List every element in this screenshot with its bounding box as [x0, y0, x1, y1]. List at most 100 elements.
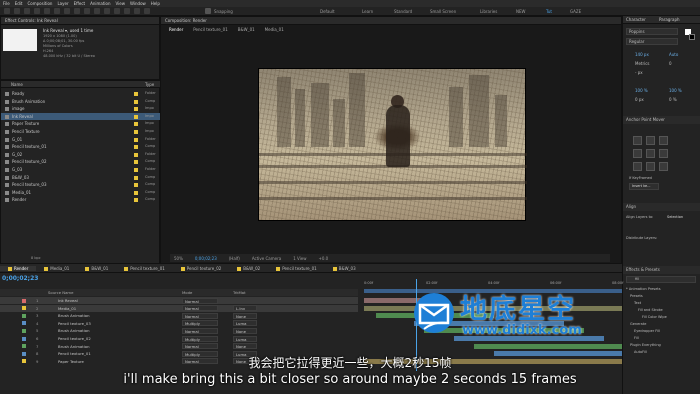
stroke-color-swatch[interactable]	[689, 34, 695, 40]
workspace-default[interactable]: Default	[320, 9, 335, 14]
timeline-layer[interactable]: 2 Media_01 Normal L.Inv	[0, 304, 358, 312]
views-select[interactable]: 1 View	[293, 256, 306, 261]
label-color-swatch[interactable]	[134, 114, 138, 119]
timeline-layer[interactable]: 6 Pencil texture_02 Multiply Luma	[0, 335, 358, 342]
label-color-swatch[interactable]	[134, 198, 138, 203]
timeline-tab[interactable]: Pencil texture_01	[268, 266, 325, 271]
workspace-gaze[interactable]: GAZE	[570, 9, 581, 14]
composition-title[interactable]: Composition: Render	[161, 17, 621, 25]
effects-tree-item[interactable]: Fill Color Wipe	[626, 314, 700, 321]
composition-preview-image[interactable]	[258, 68, 527, 221]
label-color-swatch[interactable]	[134, 130, 138, 134]
kerning-value[interactable]: Metrics	[635, 61, 650, 66]
comp-tab[interactable]: B&W_01	[238, 26, 255, 34]
label-color-swatch[interactable]	[134, 107, 138, 112]
menu-item[interactable]: View	[116, 1, 126, 6]
label-color-swatch[interactable]	[134, 160, 138, 165]
layer-label-color[interactable]	[22, 328, 26, 333]
label-color-swatch[interactable]	[134, 145, 138, 150]
label-color-swatch[interactable]	[134, 152, 138, 157]
effect-controls-tab[interactable]: Effect Controls: Ink Reveal	[1, 17, 159, 25]
puppet-tool-icon[interactable]	[144, 8, 150, 14]
camera-tool-icon[interactable]	[54, 8, 60, 14]
align-to-select[interactable]: Selection	[667, 215, 683, 219]
layer-mode-select[interactable]: Multiply	[182, 335, 218, 342]
project-item[interactable]: image Impo	[1, 105, 161, 112]
vertical-scale-value[interactable]: 100 %	[635, 88, 648, 93]
rotate-tool-icon[interactable]	[44, 8, 50, 14]
timeline-tab[interactable]: B&W_03	[325, 266, 364, 271]
layer-label-color[interactable]	[22, 313, 26, 318]
timeline-layer[interactable]: 7 Brush Animation Normal None	[0, 343, 358, 350]
project-item[interactable]: Ready Folder	[1, 90, 161, 97]
label-color-swatch[interactable]	[134, 175, 138, 180]
timeline-layer[interactable]: 4 Pencil texture_03 Multiply Luma	[0, 320, 358, 327]
hand-tool-icon[interactable]	[24, 8, 30, 14]
timeline-tab[interactable]: Pencil texture_02	[173, 266, 230, 271]
type-tool-icon[interactable]	[94, 8, 100, 14]
timeline-layer[interactable]: 1 Ink Reveal Normal	[0, 297, 358, 304]
stroke-width-value[interactable]: - px	[635, 70, 643, 75]
project-item[interactable]: G_01 Folder	[1, 136, 161, 143]
layer-label-color[interactable]	[22, 344, 26, 349]
eraser-tool-icon[interactable]	[124, 8, 130, 14]
project-item[interactable]: Pencil texture_01 Comp	[1, 143, 161, 150]
layer-trkmat-select[interactable]: Luma	[233, 320, 257, 327]
project-item[interactable]: Render Comp	[1, 196, 161, 203]
project-item[interactable]: Paper Texture Impo	[1, 120, 161, 127]
brush-tool-icon[interactable]	[104, 8, 110, 14]
camera-select[interactable]: Active Camera	[252, 256, 281, 261]
layer-mode-select[interactable]: Normal	[182, 312, 218, 319]
workspace-small-screen[interactable]: Small Screen	[430, 9, 456, 14]
layer-mode-select[interactable]: Normal	[182, 297, 218, 304]
bpc-indicator[interactable]: 8 bpc	[31, 256, 41, 260]
layer-mode-select[interactable]: Multiply	[182, 320, 218, 327]
layer-trkmat-select[interactable]: L.Inv	[233, 305, 257, 312]
layer-trkmat-select[interactable]: None	[233, 327, 257, 334]
anchor-position-button[interactable]	[659, 162, 668, 171]
anchor-position-button[interactable]	[633, 136, 642, 145]
effects-tree-item[interactable]: * Animation Presets	[626, 286, 700, 293]
menu-item[interactable]: Animation	[90, 1, 110, 6]
layer-trkmat-select[interactable]: None	[233, 312, 257, 319]
menu-item[interactable]: Layer	[57, 1, 68, 6]
label-color-swatch[interactable]	[134, 168, 138, 172]
effects-tree-item[interactable]: Fill	[626, 335, 700, 342]
shape-tool-icon[interactable]	[74, 8, 80, 14]
character-tab[interactable]: Character	[626, 17, 646, 22]
horizontal-scale-value[interactable]: 100 %	[669, 88, 682, 93]
layer-trkmat-select[interactable]: Luma	[233, 335, 257, 342]
project-item[interactable]: B&W_03 Comp	[1, 174, 161, 181]
timeline-tab[interactable]: Media_01	[36, 266, 77, 271]
workspace-libraries[interactable]: Libraries	[480, 9, 497, 14]
timeline-tab[interactable]: B&W_01	[77, 266, 116, 271]
comp-tab[interactable]: Media_01	[265, 26, 284, 34]
effects-tree-item[interactable]: Presets	[626, 293, 700, 300]
pen-tool-icon[interactable]	[84, 8, 90, 14]
timeline-tab[interactable]: Render	[0, 265, 37, 271]
layer-label-color[interactable]	[22, 306, 26, 311]
label-color-swatch[interactable]	[134, 190, 138, 195]
baseline-shift-value[interactable]: 0 px	[635, 97, 644, 102]
layer-trkmat-select[interactable]: None	[233, 343, 257, 350]
effects-tree-item[interactable]: Text	[626, 300, 700, 307]
project-col-name[interactable]: Name	[11, 81, 23, 88]
project-col-type[interactable]: Type	[145, 81, 154, 88]
home-icon[interactable]	[4, 8, 10, 14]
project-item[interactable]: G_03 Folder	[1, 166, 161, 173]
anchor-position-button[interactable]	[633, 149, 642, 158]
workspace-standard[interactable]: Standard	[394, 9, 412, 14]
roto-brush-icon[interactable]	[134, 8, 140, 14]
font-size-value[interactable]: 140 px	[635, 52, 649, 57]
timeline-layer[interactable]: 3 Brush Animation Normal None	[0, 312, 358, 319]
project-item[interactable]: G_02 Folder	[1, 151, 161, 158]
timeline-tab[interactable]: B&W_02	[229, 266, 268, 271]
menu-item[interactable]: Effect	[74, 1, 86, 6]
menu-item[interactable]: Composition	[27, 1, 52, 6]
effects-search-input[interactable]: fill	[626, 276, 696, 283]
anchor-position-button[interactable]	[659, 136, 668, 145]
label-color-swatch[interactable]	[134, 183, 138, 188]
label-color-swatch[interactable]	[134, 122, 138, 127]
label-color-swatch[interactable]	[134, 137, 138, 142]
leading-value[interactable]: Auto	[669, 52, 678, 57]
